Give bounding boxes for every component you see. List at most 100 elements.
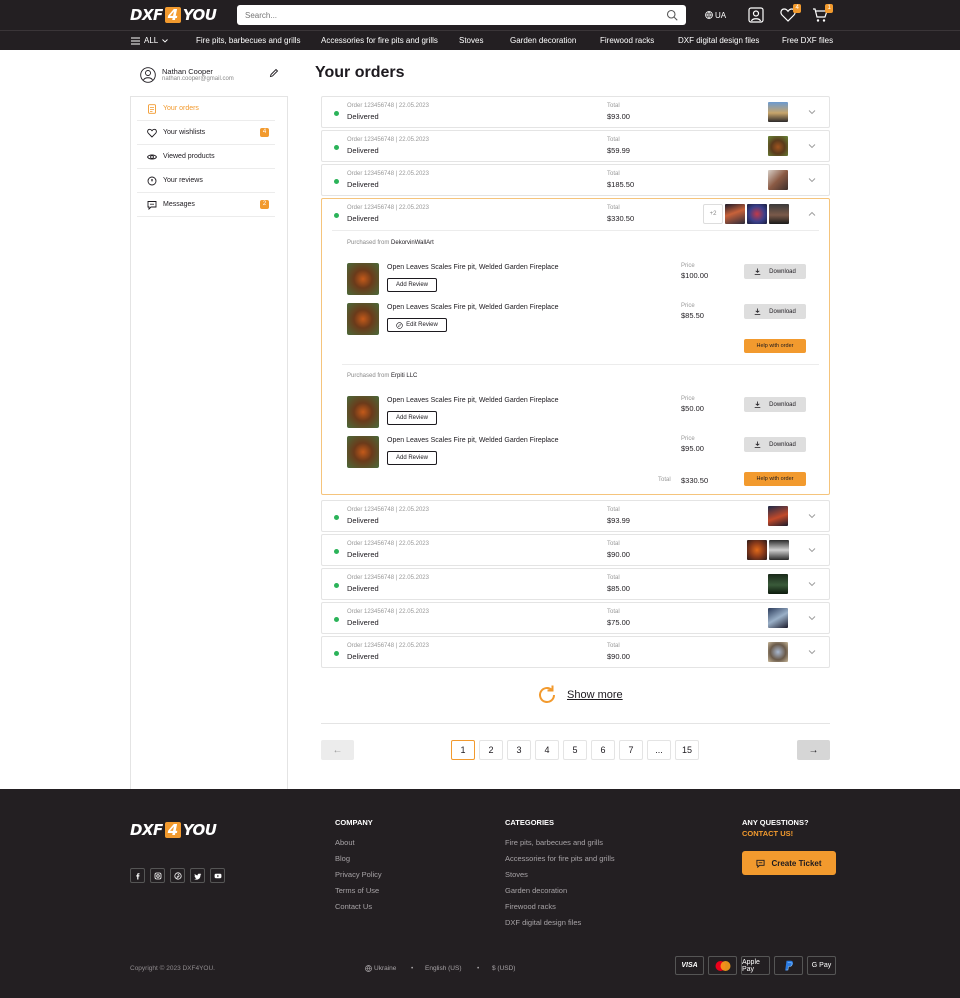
footer-link[interactable]: Garden decoration (505, 886, 567, 895)
product-name[interactable]: Open Leaves Scales Fire pit, Welded Gard… (387, 304, 558, 311)
nav-item[interactable]: Fire pits, barbecues and grills (196, 36, 301, 45)
add-review-button[interactable]: Add Review (387, 411, 437, 425)
chevron-down-icon[interactable] (808, 142, 816, 150)
page-button[interactable]: 4 (535, 740, 559, 760)
product-thumbnail (768, 136, 788, 156)
product-image[interactable] (347, 396, 379, 428)
download-button[interactable]: Download (744, 397, 806, 412)
order-row[interactable]: Order 123456748 | 22.05.2023 Delivered T… (321, 96, 830, 128)
footer-link[interactable]: Accessories for fire pits and grills (505, 854, 615, 863)
footer-link[interactable]: Blog (335, 854, 350, 863)
page-button[interactable]: 3 (507, 740, 531, 760)
download-button[interactable]: Download (744, 264, 806, 279)
footer-link[interactable]: Fire pits, barbecues and grills (505, 838, 603, 847)
search-icon[interactable] (666, 9, 678, 21)
page-button[interactable]: 7 (619, 740, 643, 760)
seller-name[interactable]: Erpiti LLC (391, 373, 417, 379)
footer-link[interactable]: Contact Us (335, 902, 372, 911)
language-switcher[interactable]: UA (705, 11, 726, 20)
chevron-down-icon (162, 38, 169, 43)
sidebar-item-messages[interactable]: Messages 2 (137, 193, 275, 217)
chevron-down-icon[interactable] (808, 176, 816, 184)
footer-link[interactable]: Firewood racks (505, 902, 556, 911)
pinterest-link[interactable] (170, 868, 185, 883)
add-review-button[interactable]: Add Review (387, 278, 437, 292)
seller-name[interactable]: DekorvinWallArt (391, 240, 434, 246)
nav-item[interactable]: DXF digital design files (678, 36, 759, 45)
chevron-down-icon[interactable] (808, 512, 816, 520)
edit-icon[interactable] (269, 68, 279, 78)
product-image[interactable] (347, 263, 379, 295)
eye-icon (147, 154, 157, 159)
footer-link[interactable]: About (335, 838, 355, 847)
prev-page-button[interactable]: ← (321, 740, 354, 760)
chevron-down-icon[interactable] (808, 546, 816, 554)
product-image[interactable] (347, 436, 379, 468)
logo[interactable]: DXF 4 YOU (130, 0, 237, 30)
youtube-link[interactable] (210, 868, 225, 883)
next-page-button[interactable]: → (797, 740, 830, 760)
product-name[interactable]: Open Leaves Scales Fire pit, Welded Gard… (387, 264, 558, 271)
nav-item[interactable]: Accessories for fire pits and grills (321, 36, 438, 45)
mastercard-icon (708, 956, 737, 975)
status-dot (334, 145, 339, 150)
page-button-current[interactable]: 1 (451, 740, 475, 760)
add-review-button[interactable]: Add Review (387, 451, 437, 465)
order-row[interactable]: Order 123456748 | 22.05.2023 Delivered T… (321, 500, 830, 532)
download-button[interactable]: Download (744, 304, 806, 319)
cart-button[interactable]: 1 (812, 4, 834, 23)
chevron-down-icon[interactable] (808, 614, 816, 622)
order-number: Order 123456748 | 22.05.2023 (347, 575, 429, 581)
chevron-down-icon[interactable] (808, 108, 816, 116)
nav-item[interactable]: Firewood racks (600, 36, 654, 45)
sidebar-item-orders[interactable]: Your orders (137, 97, 275, 121)
chevron-down-icon[interactable] (808, 580, 816, 588)
page-button[interactable]: 5 (563, 740, 587, 760)
help-with-order-button[interactable]: Help with order (744, 339, 806, 353)
product-image[interactable] (347, 303, 379, 335)
page-button[interactable]: 6 (591, 740, 615, 760)
page-button[interactable]: 15 (675, 740, 699, 760)
product-name[interactable]: Open Leaves Scales Fire pit, Welded Gard… (387, 397, 558, 404)
account-button[interactable] (748, 7, 764, 23)
nav-item[interactable]: Stoves (459, 36, 483, 45)
footer-link[interactable]: DXF digital design files (505, 918, 581, 927)
contact-us-link[interactable]: CONTACT US! (742, 829, 793, 838)
country-selector[interactable]: Ukraine (365, 965, 396, 972)
wishlist-button[interactable]: 4 (780, 4, 802, 23)
sidebar-item-wishlists[interactable]: Your wishlists 4 (137, 121, 275, 145)
order-row[interactable]: Order 123456748 | 22.05.2023 Delivered T… (321, 636, 830, 668)
help-with-order-button[interactable]: Help with order (744, 472, 806, 486)
price-label: Price (681, 436, 695, 442)
order-status: Delivered (347, 112, 379, 121)
order-total: $85.00 (607, 584, 630, 593)
chevron-up-icon[interactable] (808, 210, 816, 218)
product-name[interactable]: Open Leaves Scales Fire pit, Welded Gard… (387, 437, 558, 444)
facebook-link[interactable] (130, 868, 145, 883)
footer-link[interactable]: Stoves (505, 870, 528, 879)
currency-selector[interactable]: $ (USD) (492, 965, 515, 972)
edit-review-button[interactable]: Edit Review (387, 318, 447, 332)
order-row[interactable]: Order 123456748 | 22.05.2023 Delivered T… (321, 534, 830, 566)
order-row[interactable]: Order 123456748 | 22.05.2023 Delivered T… (321, 130, 830, 162)
order-row[interactable]: Order 123456748 | 22.05.2023 Delivered T… (321, 164, 830, 196)
language-selector[interactable]: English (US) (425, 965, 461, 972)
twitter-link[interactable] (190, 868, 205, 883)
page-button[interactable]: 2 (479, 740, 503, 760)
show-more-button[interactable]: Show more (535, 683, 623, 707)
instagram-link[interactable] (150, 868, 165, 883)
all-categories-menu[interactable]: ALL (131, 36, 169, 45)
sidebar-item-reviews[interactable]: Your reviews (137, 169, 275, 193)
order-row[interactable]: Order 123456748 | 22.05.2023 Delivered T… (321, 602, 830, 634)
footer-link[interactable]: Privacy Policy (335, 870, 382, 879)
footer-logo[interactable]: DXF 4 YOU (130, 815, 237, 845)
create-ticket-button[interactable]: Create Ticket (742, 851, 836, 875)
nav-item[interactable]: Garden decoration (510, 36, 576, 45)
search-input[interactable] (245, 10, 666, 20)
footer-link[interactable]: Terms of Use (335, 886, 379, 895)
download-button[interactable]: Download (744, 437, 806, 452)
sidebar-item-viewed[interactable]: Viewed products (137, 145, 275, 169)
chevron-down-icon[interactable] (808, 648, 816, 656)
nav-item[interactable]: Free DXF files (782, 36, 833, 45)
order-row[interactable]: Order 123456748 | 22.05.2023 Delivered T… (321, 568, 830, 600)
